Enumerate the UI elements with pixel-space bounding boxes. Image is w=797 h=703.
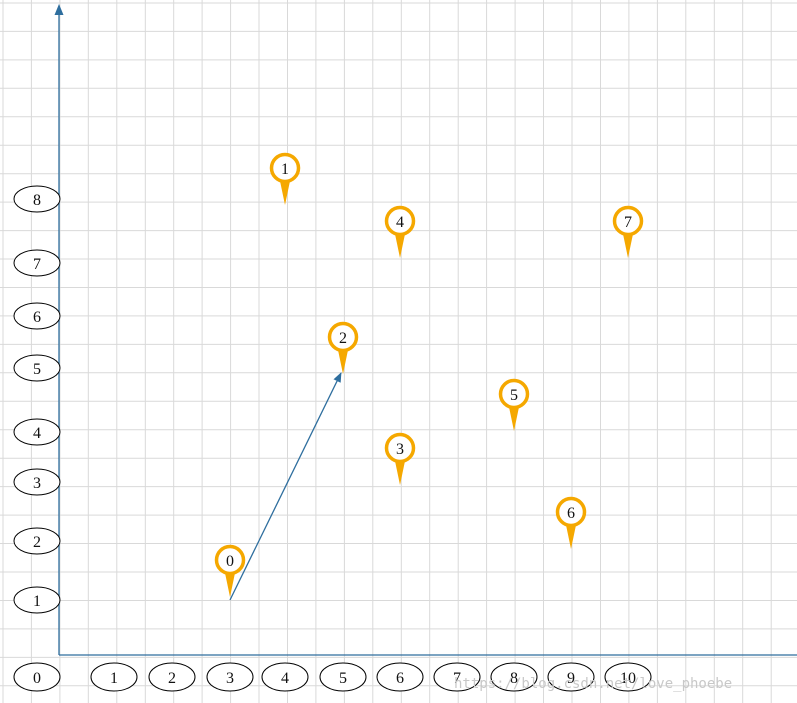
x-tick-2: 2 [148,662,196,692]
x-tick-4: 4 [261,662,309,692]
x-tick-3: 3 [206,662,254,692]
y-tick-1: 1 [13,586,61,614]
pin-label: 5 [510,387,518,404]
pin-label: 2 [339,330,347,347]
y-tick-label: 5 [33,361,41,378]
y-tick-label: 6 [33,309,41,326]
pin-tail [395,234,405,258]
x-tick-label: 5 [339,670,347,687]
y-axis-arrowhead [54,4,64,15]
y-tick-label: 7 [33,256,41,273]
pin-label: 4 [396,214,404,231]
x-tick-label: 3 [226,670,234,687]
pin-tail [280,181,290,205]
y-tick-5: 5 [13,354,61,382]
pin-label: 1 [281,161,289,178]
pin-tail [338,350,348,374]
x-tick-label: 6 [396,670,404,687]
y-tick-labels: 1 2 3 4 5 6 7 8 [13,185,61,614]
x-tick-label: 0 [33,670,41,687]
x-tick-1: 1 [90,662,138,692]
grid-lines [0,0,797,703]
x-tick-0: 0 [13,662,61,692]
pin-tail [395,461,405,485]
map-pin-5: 5 [498,378,530,431]
pin-tail [509,407,519,431]
x-tick-5: 5 [319,662,367,692]
map-pin-0: 0 [214,544,246,597]
y-tick-label: 8 [33,192,41,209]
pin-label: 3 [396,441,404,458]
pin-tail [623,234,633,258]
y-tick-3: 3 [13,468,61,496]
map-pin-4: 4 [384,205,416,258]
y-tick-2: 2 [13,527,61,555]
y-tick-4: 4 [13,418,61,446]
y-tick-7: 7 [13,249,61,277]
y-tick-label: 1 [33,593,41,610]
x-tick-label: 1 [110,670,118,687]
y-tick-6: 6 [13,302,61,330]
x-tick-label: 2 [168,670,176,687]
pin-label: 7 [624,214,632,231]
y-tick-label: 2 [33,534,41,551]
x-tick-6: 6 [376,662,424,692]
y-tick-label: 3 [33,475,41,492]
y-tick-label: 4 [33,425,41,442]
y-tick-8: 8 [13,185,61,213]
pin-tail [566,525,576,549]
coordinate-diagram: 12345678 0 1 2 3 4 5 6 7 8 9 10 01234567 https://b… [0,0,797,703]
map-pin-2: 2 [327,321,359,374]
map-pin-6: 6 [555,496,587,549]
pin-label: 0 [226,553,234,570]
map-pin-1: 1 [269,152,301,205]
map-pin-3: 3 [384,432,416,485]
map-pin-7: 7 [612,205,644,258]
x-tick-label: 4 [281,670,289,687]
pin-label: 6 [567,505,575,522]
point-markers: 0 1 2 3 4 5 6 7 [214,152,644,597]
watermark: https://blog.csdn.net/love_phoebe [454,676,732,692]
